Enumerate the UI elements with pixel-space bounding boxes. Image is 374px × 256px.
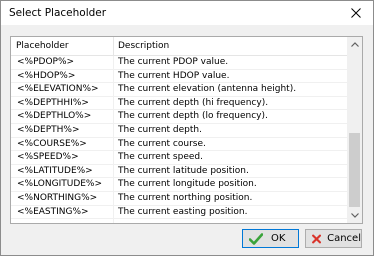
description-cell: The current course. xyxy=(118,138,206,149)
grid-rows: <%PDOP%> The current PDOP value. <%HDOP%> T… xyxy=(11,56,347,220)
description-cell: The current elevation (antenna height). xyxy=(118,84,297,95)
table-row[interactable]: <%DEPTHHI%> The current depth (hi frequen… xyxy=(11,97,347,111)
close-icon xyxy=(351,8,361,18)
chevron-up-icon xyxy=(350,42,359,47)
placeholder-cell: <%DEPTHHI%> xyxy=(17,97,89,108)
description-cell: The current depth. xyxy=(118,124,202,135)
placeholder-list[interactable]: Placeholder Description <%PDOP%> The curr… xyxy=(10,36,363,224)
table-row[interactable]: <%ELEVATION%> The current elevation (ante… xyxy=(11,83,347,97)
description-cell: The current northing position. xyxy=(118,192,253,203)
grid-header: Placeholder Description xyxy=(11,37,347,56)
placeholder-cell: <%LONGITUDE%> xyxy=(17,179,103,190)
dialog-window: Select Placeholder Placeholder Descripti… xyxy=(0,0,374,256)
placeholder-cell: <%LATITUDE%> xyxy=(17,165,93,176)
placeholder-cell: <%ELEVATION%> xyxy=(17,84,99,95)
table-row[interactable]: <%NORTHING%> The current northing positio… xyxy=(11,192,347,206)
table-row[interactable]: <%LONGITUDE%> The current longitude posit… xyxy=(11,178,347,192)
table-row[interactable]: <%PDOP%> The current PDOP value. xyxy=(11,56,347,70)
vertical-scrollbar[interactable] xyxy=(347,37,362,223)
cancel-label: Cancel xyxy=(327,233,361,244)
description-cell: The current PDOP value. xyxy=(118,57,229,67)
description-cell: The current depth (hi frequency). xyxy=(118,97,269,108)
cross-icon xyxy=(312,234,322,243)
scroll-down-button[interactable] xyxy=(347,208,362,223)
ok-button[interactable]: OK xyxy=(242,229,299,248)
placeholder-grid: Placeholder Description <%PDOP%> The curr… xyxy=(11,37,347,223)
ok-label: OK xyxy=(271,233,286,244)
close-button[interactable] xyxy=(339,1,373,25)
cancel-button[interactable]: Cancel xyxy=(305,229,362,248)
placeholder-cell: <%COURSE%> xyxy=(17,138,87,149)
table-row[interactable]: <%DEPTHLO%> The current depth (lo frequen… xyxy=(11,110,347,124)
checkmark-icon xyxy=(249,232,263,245)
description-cell: The current depth (lo frequency). xyxy=(118,111,268,122)
column-header-placeholder[interactable]: Placeholder xyxy=(16,41,69,51)
placeholder-cell: <%NORTHING%> xyxy=(17,192,98,203)
table-row[interactable]: <%HDOP%> The current HDOP value. xyxy=(11,70,347,84)
placeholder-cell: <%EASTING%> xyxy=(17,206,89,217)
chevron-down-icon xyxy=(350,213,359,218)
table-row[interactable]: <%COURSE%> The current course. xyxy=(11,138,347,152)
placeholder-cell: <%DEPTH%> xyxy=(17,124,80,135)
table-row[interactable]: <%EASTING%> The current easting position. xyxy=(11,206,347,220)
placeholder-cell: <%PDOP%> xyxy=(17,57,75,67)
description-cell: The current latitude position. xyxy=(118,165,249,176)
placeholder-cell: <%HDOP%> xyxy=(17,70,76,81)
placeholder-cell: <%SPEED%> xyxy=(17,152,79,163)
column-divider[interactable] xyxy=(113,37,114,55)
description-cell: The current longitude position. xyxy=(118,179,257,190)
table-row[interactable]: <%SPEED%> The current speed. xyxy=(11,151,347,165)
table-row[interactable]: <%LATITUDE%> The current latitude positio… xyxy=(11,165,347,179)
scroll-up-button[interactable] xyxy=(347,37,362,52)
scrollbar-thumb[interactable] xyxy=(349,133,360,207)
window-title: Select Placeholder xyxy=(9,7,107,19)
column-header-description[interactable]: Description xyxy=(118,41,169,51)
title-bar: Select Placeholder xyxy=(1,1,373,25)
placeholder-cell: <%DEPTHLO%> xyxy=(17,111,92,122)
description-cell: The current speed. xyxy=(118,152,203,163)
description-cell: The current HDOP value. xyxy=(118,70,230,81)
description-cell: The current easting position. xyxy=(118,206,248,217)
table-row[interactable]: <%DEPTH%> The current depth. xyxy=(11,124,347,138)
